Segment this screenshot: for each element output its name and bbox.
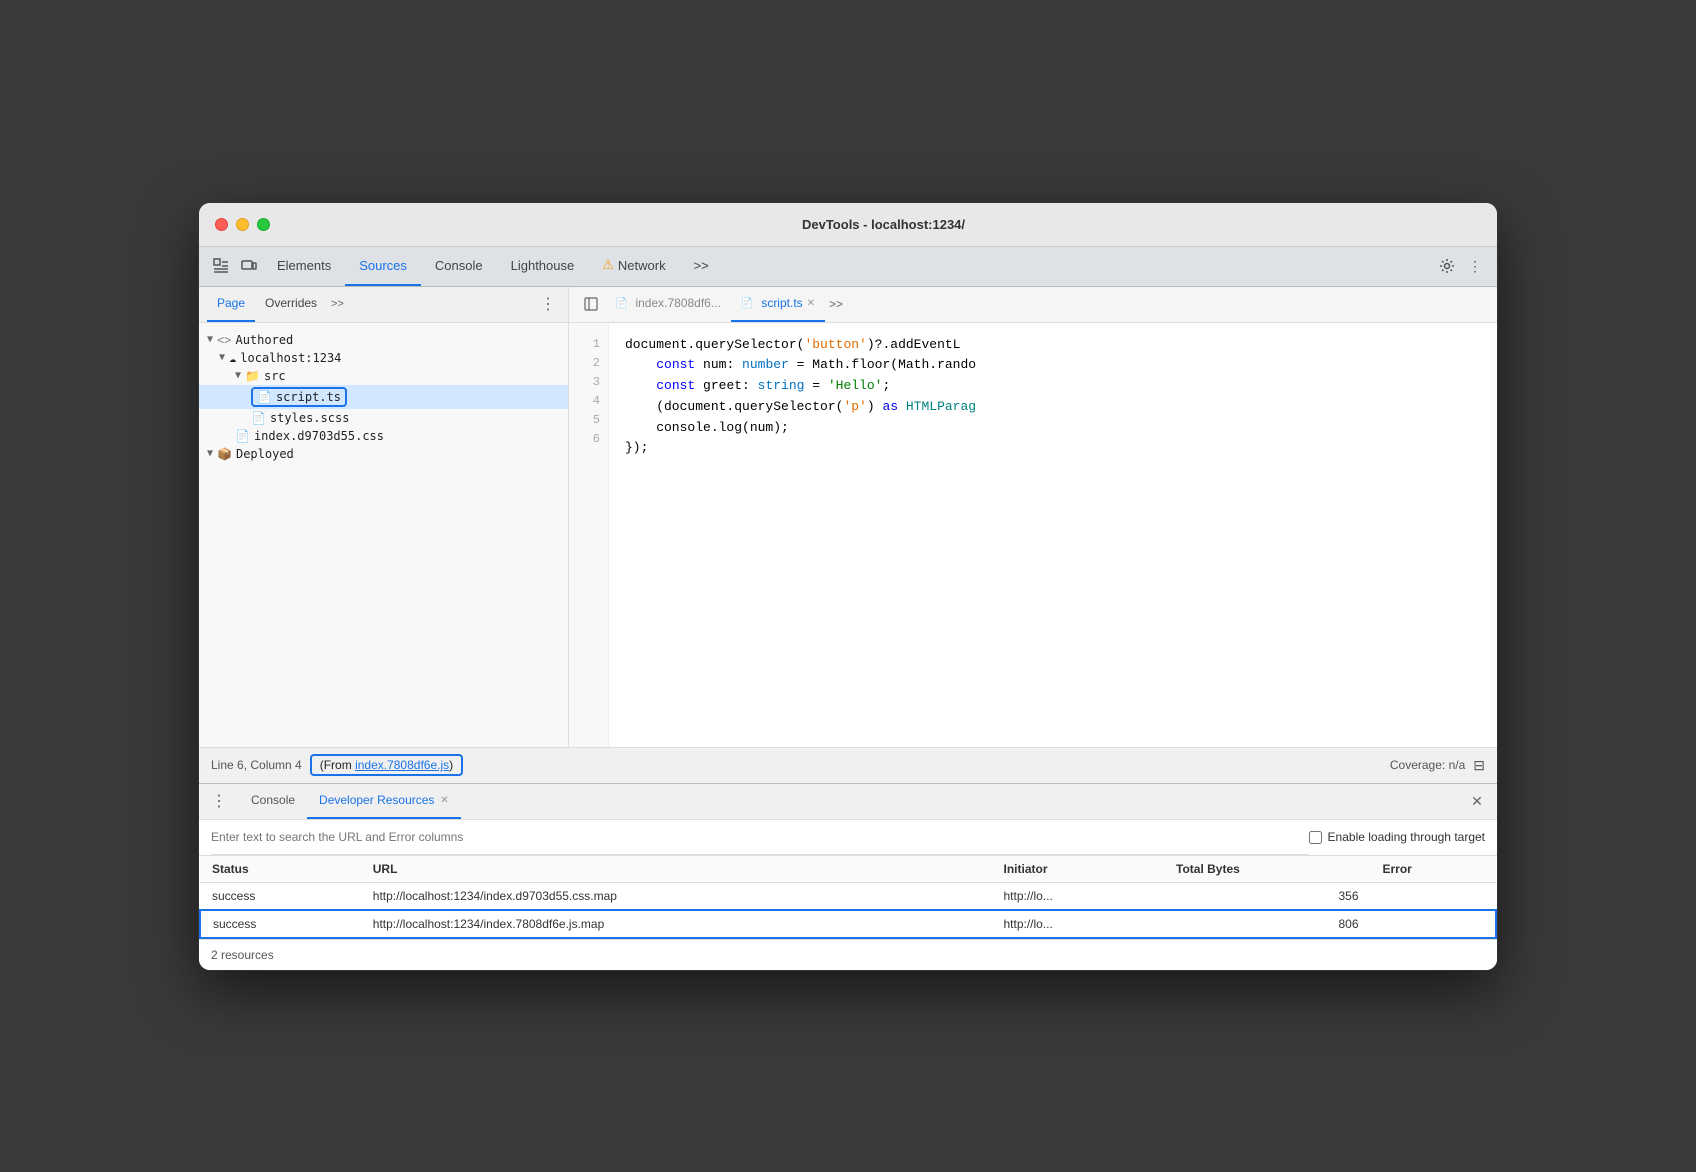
resources-table: Status URL Initiator Total Bytes Error s… xyxy=(199,856,1497,939)
coverage-info: Coverage: n/a xyxy=(1390,758,1465,772)
tree-styles-scss[interactable]: 📄 styles.scss xyxy=(199,409,568,427)
more-options-icon[interactable]: ⋮ xyxy=(1461,252,1489,280)
window-title: DevTools - localhost:1234/ xyxy=(286,217,1481,232)
cell-initiator: http://lo... xyxy=(991,882,1164,910)
col-url: URL xyxy=(361,856,992,883)
sidebar-toggle-icon[interactable] xyxy=(577,290,605,318)
maximize-button[interactable] xyxy=(257,218,270,231)
tree-script-ts[interactable]: 📄 script.ts xyxy=(199,385,568,409)
main-content: Page Overrides >> ⋮ ▼ <> Authored xyxy=(199,287,1497,970)
cursor-position: Line 6, Column 4 xyxy=(211,758,302,772)
cell-bytes: 356 xyxy=(1164,882,1370,910)
cell-status: success xyxy=(200,882,361,910)
tab-more[interactable]: >> xyxy=(680,246,723,286)
device-icon[interactable] xyxy=(235,252,263,280)
tab-sources[interactable]: Sources xyxy=(345,246,421,286)
col-error: Error xyxy=(1371,856,1497,883)
source-map-link[interactable]: index.7808df6e.js xyxy=(355,758,449,772)
tab-elements[interactable]: Elements xyxy=(263,246,345,286)
enable-loading-checkbox[interactable] xyxy=(1309,831,1322,844)
line-numbers: 1 2 3 4 5 6 xyxy=(569,323,609,747)
format-icon[interactable]: ⊟ xyxy=(1473,757,1485,774)
cell-url: http://localhost:1234/index.7808df6e.js.… xyxy=(361,910,992,938)
tree-authored[interactable]: ▼ <> Authored xyxy=(199,331,568,349)
tab-network[interactable]: ⚠ Network xyxy=(588,246,679,286)
bottom-panel: ⋮ Console Developer Resources ✕ ✕ xyxy=(199,783,1497,970)
expand-icon: ▼ xyxy=(207,448,213,459)
devtools-tab-bar: Elements Sources Console Lighthouse ⚠ Ne… xyxy=(199,247,1497,287)
cell-error xyxy=(1371,910,1497,938)
enable-loading-label: Enable loading through target xyxy=(1309,830,1485,844)
settings-icon[interactable] xyxy=(1433,252,1461,280)
status-bar: Line 6, Column 4 (From index.7808df6e.js… xyxy=(199,747,1497,783)
sidebar-tab-bar: Page Overrides >> ⋮ xyxy=(199,287,568,323)
sidebar-menu-icon[interactable]: ⋮ xyxy=(536,292,560,316)
close-bottom-panel-icon[interactable]: ✕ xyxy=(1465,789,1489,813)
expand-icon: ▼ xyxy=(235,370,241,381)
code-content-area: 1 2 3 4 5 6 document.querySelector('butt… xyxy=(569,323,1497,747)
tree-src[interactable]: ▼ 📁 src xyxy=(199,367,568,385)
source-map-info[interactable]: (From index.7808df6e.js) xyxy=(310,754,463,776)
col-status: Status xyxy=(200,856,361,883)
resources-table-container: Status URL Initiator Total Bytes Error s… xyxy=(199,856,1497,939)
tab-console[interactable]: Console xyxy=(421,246,497,286)
devtools-window: DevTools - localhost:1234/ Elements Sour… xyxy=(198,202,1498,971)
editor-tabs-more-icon[interactable]: >> xyxy=(829,297,843,311)
close-button[interactable] xyxy=(215,218,228,231)
title-bar: DevTools - localhost:1234/ xyxy=(199,203,1497,247)
tree-deployed[interactable]: ▼ 📦 Deployed xyxy=(199,445,568,463)
minimize-button[interactable] xyxy=(236,218,249,231)
tab-developer-resources[interactable]: Developer Resources ✕ xyxy=(307,783,461,819)
tree-index-css[interactable]: 📄 index.d9703d55.css xyxy=(199,427,568,445)
expand-icon: ▼ xyxy=(219,352,225,363)
editor-tab-script[interactable]: 📄 script.ts ✕ xyxy=(731,286,825,322)
close-dev-resources-icon[interactable]: ✕ xyxy=(440,795,448,806)
editor-tab-index[interactable]: 📄 index.7808df6... xyxy=(605,286,731,322)
tab-console-bottom[interactable]: Console xyxy=(239,783,307,819)
code-text[interactable]: document.querySelector('button')?.addEve… xyxy=(609,323,1497,747)
table-row[interactable]: success http://localhost:1234/index.d970… xyxy=(200,882,1496,910)
inspect-icon[interactable] xyxy=(207,252,235,280)
bottom-tab-bar: ⋮ Console Developer Resources ✕ ✕ xyxy=(199,784,1497,820)
sources-panel: Page Overrides >> ⋮ ▼ <> Authored xyxy=(199,287,1497,747)
search-input[interactable] xyxy=(211,830,1297,844)
table-row-highlighted[interactable]: success http://localhost:1234/index.7808… xyxy=(200,910,1496,938)
resources-footer: 2 resources xyxy=(199,939,1497,970)
cell-initiator: http://lo... xyxy=(991,910,1164,938)
tab-page[interactable]: Page xyxy=(207,286,255,322)
close-tab-icon[interactable]: ✕ xyxy=(807,298,815,309)
search-bar[interactable] xyxy=(211,820,1309,855)
expand-icon: ▼ xyxy=(207,334,213,345)
tab-overrides[interactable]: Overrides xyxy=(255,286,327,322)
sidebar-more-icon[interactable]: >> xyxy=(331,298,344,310)
tab-lighthouse[interactable]: Lighthouse xyxy=(497,246,589,286)
warning-icon: ⚠ xyxy=(602,257,614,273)
editor-tab-bar: 📄 index.7808df6... 📄 script.ts ✕ >> xyxy=(569,287,1497,323)
script-ts-highlight: 📄 script.ts xyxy=(251,387,347,407)
file-sidebar: Page Overrides >> ⋮ ▼ <> Authored xyxy=(199,287,569,747)
col-initiator: Initiator xyxy=(991,856,1164,883)
cell-status: success xyxy=(200,910,361,938)
cell-url: http://localhost:1234/index.d9703d55.css… xyxy=(361,882,992,910)
bottom-menu-icon[interactable]: ⋮ xyxy=(207,789,231,813)
code-editor: 📄 index.7808df6... 📄 script.ts ✕ >> 1 2 … xyxy=(569,287,1497,747)
col-total-bytes: Total Bytes xyxy=(1164,856,1370,883)
file-tree: ▼ <> Authored ▼ ☁ localhost:1234 ▼ 📁 xyxy=(199,323,568,747)
cell-error xyxy=(1371,882,1497,910)
traffic-lights xyxy=(215,218,270,231)
cell-bytes: 806 xyxy=(1164,910,1370,938)
tree-localhost[interactable]: ▼ ☁ localhost:1234 xyxy=(199,349,568,367)
developer-resources-panel: Enable loading through target Status URL… xyxy=(199,820,1497,970)
